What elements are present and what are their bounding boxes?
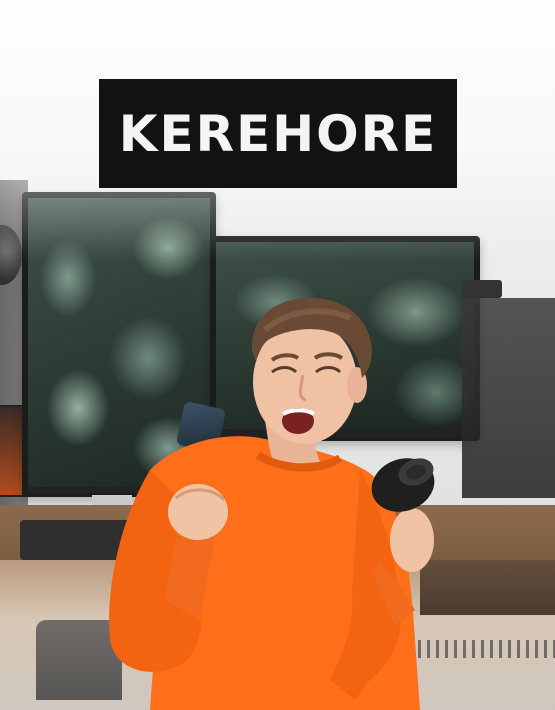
photo-scene: KEREHORE <box>0 0 555 710</box>
left-fist <box>168 484 228 540</box>
right-hand <box>390 508 434 572</box>
brand-title: KEREHORE <box>118 104 438 163</box>
brand-title-box: KEREHORE <box>99 79 457 188</box>
